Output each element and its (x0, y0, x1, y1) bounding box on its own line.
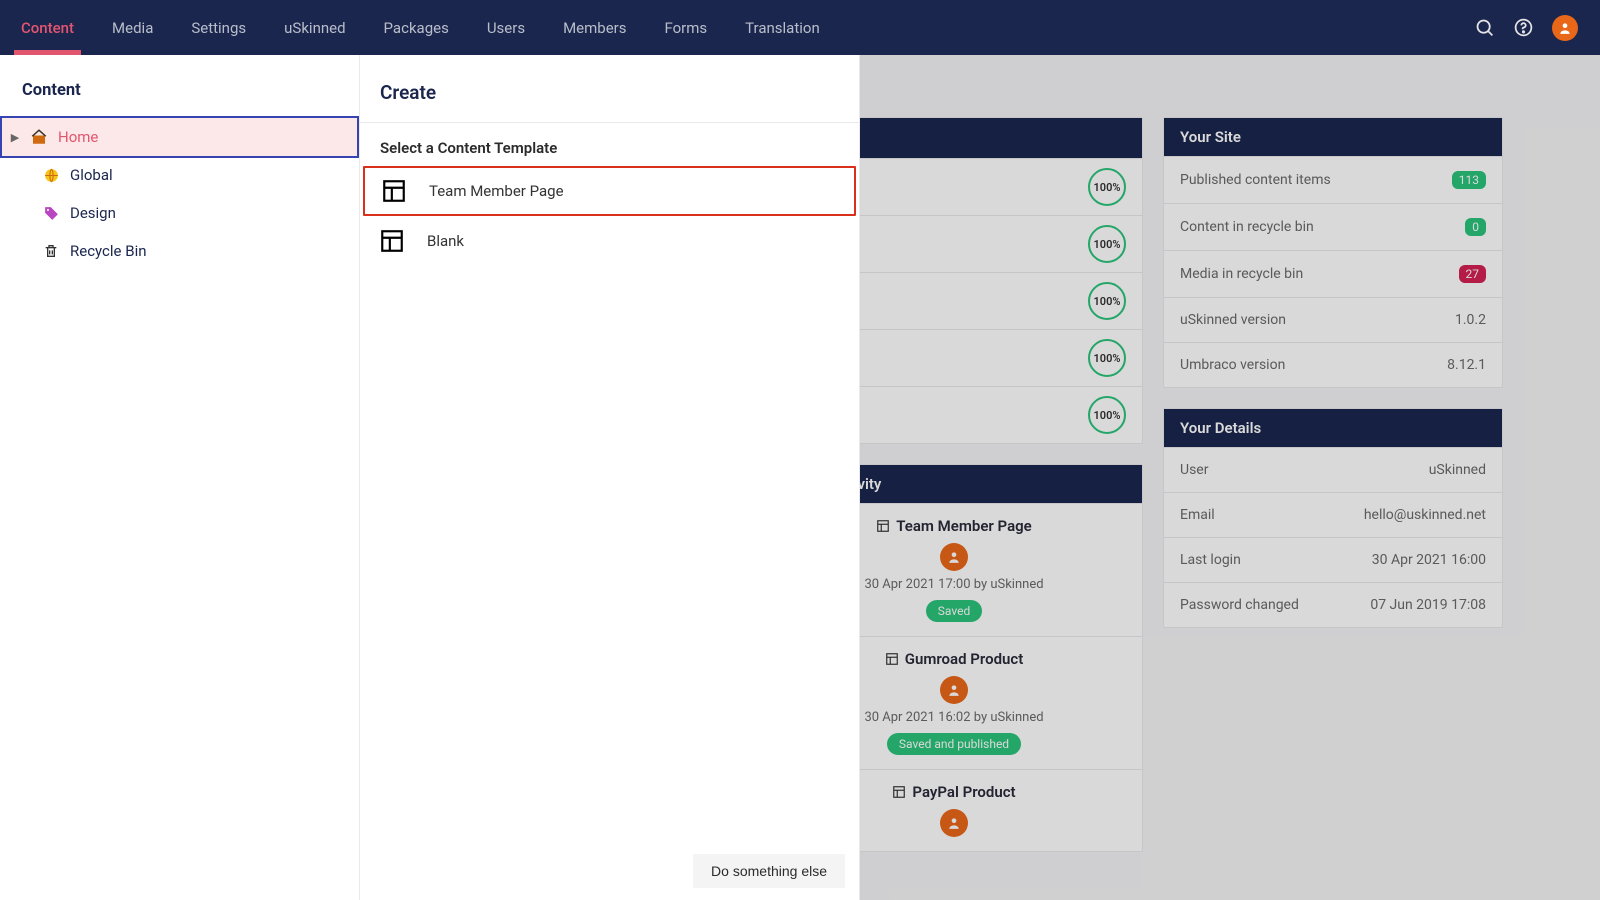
tree-item-global[interactable]: Global (0, 156, 359, 194)
trash-icon (42, 243, 60, 259)
caret-icon[interactable]: ▶ (10, 131, 20, 144)
header-actions (1474, 15, 1592, 41)
content-tree-panel: Content ▶ Home Global Des (0, 55, 360, 900)
nav-tab-label: Translation (745, 19, 820, 37)
tree-item-recycle-bin[interactable]: Recycle Bin (0, 232, 359, 270)
create-footer: Do something else (360, 844, 859, 900)
tree-item-label: Home (58, 128, 357, 146)
tag-icon (42, 205, 60, 222)
tree-item-label: Recycle Bin (70, 242, 359, 260)
nav-tab-label: Forms (664, 19, 707, 37)
help-icon[interactable] (1513, 17, 1534, 38)
create-subheading: Select a Content Template (360, 123, 859, 165)
template-option-label: Team Member Page (429, 182, 564, 200)
nav-tabs: Content Media Settings uSkinned Packages… (2, 0, 839, 55)
nav-tab-forms[interactable]: Forms (645, 0, 726, 55)
nav-tab-label: Media (112, 19, 153, 37)
nav-tab-label: Users (487, 19, 525, 37)
nav-tab-label: uSkinned (284, 19, 345, 37)
create-panel: Create Select a Content Template Team Me… (360, 55, 860, 900)
nav-tab-uskinned[interactable]: uSkinned (265, 0, 364, 55)
template-option-label: Blank (427, 232, 464, 250)
template-option-blank[interactable]: Blank (363, 218, 856, 264)
nav-tab-users[interactable]: Users (468, 0, 544, 55)
top-navigation: Content Media Settings uSkinned Packages… (0, 0, 1600, 55)
nav-tab-content[interactable]: Content (2, 0, 93, 55)
home-icon (30, 128, 48, 146)
nav-tab-label: Settings (191, 19, 246, 37)
user-avatar[interactable] (1552, 15, 1578, 41)
tree-item-design[interactable]: Design (0, 194, 359, 232)
do-something-else-button[interactable]: Do something else (693, 854, 845, 888)
template-option-team-member-page[interactable]: Team Member Page (363, 166, 856, 216)
nav-tab-packages[interactable]: Packages (365, 0, 468, 55)
globe-icon (42, 167, 60, 184)
nav-tab-label: Packages (384, 19, 449, 37)
tree-item-home[interactable]: ▶ Home (2, 118, 357, 156)
nav-tab-translation[interactable]: Translation (726, 0, 839, 55)
nav-tab-settings[interactable]: Settings (172, 0, 265, 55)
nav-tab-members[interactable]: Members (544, 0, 645, 55)
nav-tab-media[interactable]: Media (93, 0, 172, 55)
nav-tab-label: Members (563, 19, 626, 37)
template-icon (379, 228, 405, 254)
tree-heading: Content (0, 81, 359, 118)
search-icon[interactable] (1474, 17, 1495, 38)
template-icon (381, 178, 407, 204)
create-title: Create (360, 55, 859, 123)
nav-tab-label: Content (21, 19, 74, 37)
tree-item-label: Design (70, 204, 359, 222)
tree-item-label: Global (70, 166, 359, 184)
